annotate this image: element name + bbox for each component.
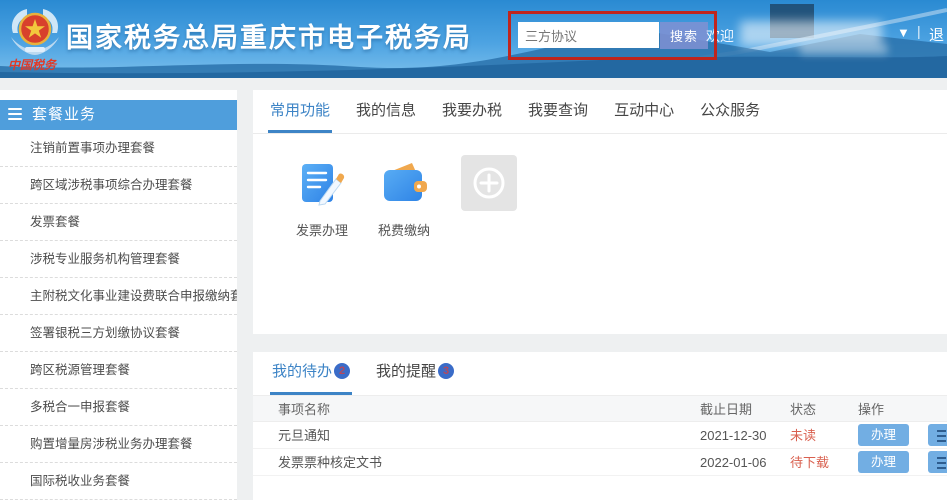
- sidebar-section-header[interactable]: 套餐业务: [0, 100, 237, 130]
- todo-item-status: 待下载: [790, 455, 830, 470]
- sidebar-item-international-tax-package[interactable]: 国际税收业务套餐: [0, 463, 237, 500]
- main-tabbar: 常用功能 我的信息 我要办税 我要查询 互动中心 公众服务: [253, 90, 947, 134]
- redacted-username: [740, 21, 882, 46]
- table-row: 发票票种核定文书 2022-01-06 待下载 办理: [253, 449, 947, 476]
- sidebar-item-invoice-package[interactable]: 发票套餐: [0, 204, 237, 241]
- column-header-action: 操作: [858, 402, 885, 417]
- tab-interaction-center[interactable]: 互动中心: [612, 90, 676, 133]
- welcome-text: 欢迎: [706, 28, 734, 44]
- chevron-down-icon[interactable]: ▼: [897, 25, 910, 40]
- tax-bureau-emblem: 中国税务: [8, 9, 59, 72]
- header-search-area: 搜索: [508, 11, 717, 60]
- search-input[interactable]: [518, 22, 659, 48]
- todo-item-status: 未读: [790, 428, 817, 443]
- tab-inquiry[interactable]: 我要查询: [526, 90, 590, 133]
- tab-public-services[interactable]: 公众服务: [698, 90, 762, 133]
- sidebar-menu: 注销前置事项办理套餐 跨区域涉税事项综合办理套餐 发票套餐 涉税专业服务机构管理…: [0, 130, 237, 500]
- shortcut-row: 发票办理 税费缴纳: [253, 134, 947, 239]
- todo-item-name: 元旦通知: [278, 428, 331, 443]
- todo-item-deadline: 2021-12-30: [700, 428, 767, 443]
- logout-link[interactable]: 退: [929, 24, 944, 45]
- column-header-deadline: 截止日期: [700, 402, 753, 417]
- reminder-tab-label: 我的提醒: [376, 363, 437, 380]
- shortcut-label: 发票办理: [295, 223, 348, 238]
- main-functions-panel: 常用功能 我的信息 我要办税 我要查询 互动中心 公众服务 发票办理 税费缴纳: [253, 90, 947, 334]
- wallet-icon: [384, 163, 427, 201]
- handle-button[interactable]: 办理: [858, 451, 910, 473]
- logo-caption-glyph: 中国税务: [8, 58, 58, 72]
- secondary-action-button-clipped[interactable]: [928, 451, 947, 473]
- todo-panel: 我的待办 2 我的提醒 3 事项名称 截止日期 状态 操作 元旦通知 2021-12…: [253, 352, 947, 500]
- todo-item-name: 发票票种核定文书: [278, 455, 383, 470]
- todo-table-header: 事项名称 截止日期 状态 操作: [253, 395, 947, 422]
- tab-tax-handling[interactable]: 我要办税: [440, 90, 504, 133]
- todo-tabbar: 我的待办 2 我的提醒 3: [253, 352, 947, 395]
- sidebar-item-cancellation-package[interactable]: 注销前置事项办理套餐: [0, 130, 237, 167]
- tab-my-todo[interactable]: 我的待办 2: [270, 352, 353, 395]
- site-title: 国家税务总局重庆市电子税务局: [66, 23, 472, 53]
- sidebar-item-house-purchase-package[interactable]: 购置增量房涉税业务办理套餐: [0, 426, 237, 463]
- sidebar-item-tripartite-agreement-package[interactable]: 签署银税三方划缴协议套餐: [0, 315, 237, 352]
- plus-icon: [473, 167, 505, 199]
- reminder-count-badge: 3: [438, 363, 455, 379]
- menu-list-icon: [8, 108, 22, 122]
- sidebar-item-cross-region-tax-source-package[interactable]: 跨区税源管理套餐: [0, 352, 237, 389]
- table-row: 元旦通知 2021-12-30 未读 办理: [253, 422, 947, 449]
- redacted-username-secondary: [800, 44, 888, 55]
- todo-item-actions: 办理: [858, 449, 947, 476]
- secondary-action-button-clipped[interactable]: [928, 424, 947, 446]
- handle-button[interactable]: 办理: [858, 424, 910, 446]
- shortcut-tax-payment[interactable]: 税费缴纳: [375, 157, 433, 239]
- sidebar-item-cross-region-package[interactable]: 跨区域涉税事项综合办理套餐: [0, 167, 237, 204]
- todo-count-badge: 2: [334, 363, 351, 379]
- sidebar-header-label: 套餐业务: [32, 106, 97, 123]
- search-button[interactable]: 搜索: [660, 22, 708, 49]
- clipped-glyph-fragment: [937, 457, 946, 469]
- sidebar: 套餐业务 注销前置事项办理套餐 跨区域涉税事项综合办理套餐 发票套餐 涉税专业服…: [0, 90, 237, 500]
- top-banner: 中国税务 国家税务总局重庆市电子税务局 搜索 欢迎 ▼ | 退: [0, 0, 947, 78]
- tab-my-info[interactable]: 我的信息: [354, 90, 418, 133]
- todo-item-deadline: 2022-01-06: [700, 455, 767, 470]
- todo-item-actions: 办理: [858, 422, 947, 449]
- header-separator: |: [917, 23, 921, 39]
- tab-my-reminders[interactable]: 我的提醒 3: [374, 352, 456, 395]
- add-shortcut-button[interactable]: [461, 155, 517, 211]
- todo-tab-label: 我的待办: [272, 363, 333, 380]
- sidebar-item-joint-declaration-package[interactable]: 主附税文化事业建设费联合申报缴纳套餐: [0, 278, 237, 315]
- clipped-glyph-fragment: [937, 430, 946, 442]
- shortcut-invoice-handling[interactable]: 发票办理: [293, 157, 351, 239]
- sidebar-item-multi-tax-declaration-package[interactable]: 多税合一申报套餐: [0, 389, 237, 426]
- sidebar-item-tax-service-agency-package[interactable]: 涉税专业服务机构管理套餐: [0, 241, 237, 278]
- shortcut-label: 税费缴纳: [377, 223, 430, 238]
- tab-common-functions[interactable]: 常用功能: [268, 90, 333, 133]
- invoice-icon: [302, 164, 345, 206]
- column-header-item-name: 事项名称: [278, 402, 331, 417]
- column-header-status: 状态: [790, 402, 817, 417]
